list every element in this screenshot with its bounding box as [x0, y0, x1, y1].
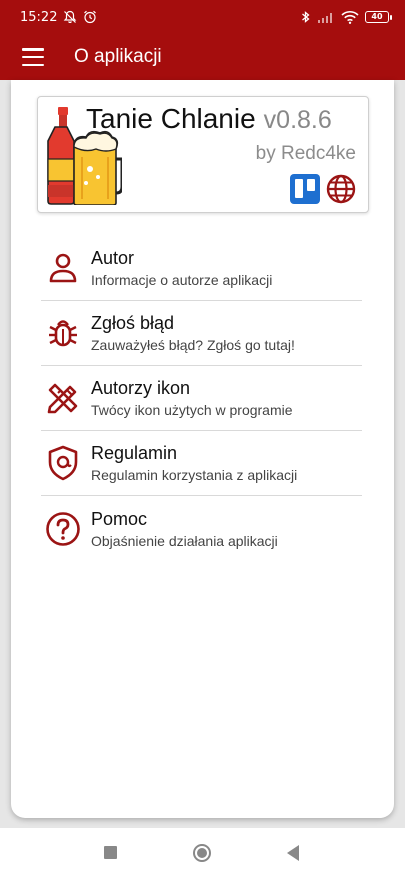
menu-item-terms[interactable]: Regulamin Regulamin korzystania z aplika…: [41, 431, 362, 496]
bluetooth-icon: [302, 11, 310, 23]
app-bar: O aplikacji: [0, 34, 405, 80]
signal-icon: [318, 13, 332, 23]
battery-level: 40: [371, 12, 383, 21]
hamburger-menu-icon[interactable]: [22, 48, 44, 66]
menu-item-title: Pomoc: [91, 508, 148, 529]
design-tools-icon: [43, 378, 83, 418]
menu-item-description: Regulamin korzystania z aplikacji: [91, 467, 298, 483]
menu-item-report-bug[interactable]: Zgłoś błąd Zauważyłeś błąd? Zgłoś go tut…: [41, 301, 362, 366]
menu-item-help[interactable]: Pomoc Objaśnienie działania aplikacji: [41, 496, 362, 561]
alarm-icon: [84, 10, 97, 24]
menu-item-description: Objaśnienie działania aplikacji: [91, 532, 278, 549]
app-author: by Redc4ke: [255, 143, 356, 164]
wifi-icon: [341, 11, 359, 24]
shield-icon: [43, 443, 83, 483]
menu-item-author[interactable]: Autor Informacje o autorze aplikacji: [41, 236, 362, 301]
content-card: Tanie Chlanie v0.8.6 by Redc4ke Autor In…: [11, 80, 394, 818]
about-menu-list: Autor Informacje o autorze aplikacji Zgł…: [41, 236, 362, 561]
app-info-card: Tanie Chlanie v0.8.6 by Redc4ke: [37, 96, 369, 213]
menu-item-description: Zauważyłeś błąd? Zgłoś go tutaj!: [91, 337, 295, 353]
menu-item-title: Zgłoś błąd: [91, 313, 175, 333]
globe-icon[interactable]: [326, 174, 356, 204]
status-time: 15:22: [20, 9, 58, 25]
app-name: Tanie Chlanie: [86, 103, 256, 134]
bug-icon: [43, 313, 83, 353]
help-icon: [43, 509, 83, 549]
user-icon: [43, 248, 83, 288]
app-version: v0.8.6: [263, 106, 332, 134]
recent-apps-icon[interactable]: [104, 846, 117, 859]
back-icon[interactable]: [287, 845, 299, 861]
menu-item-title: Autor: [91, 248, 135, 268]
system-nav-bar: [0, 828, 405, 878]
trello-icon[interactable]: [290, 174, 320, 204]
status-bar: 15:22 40: [0, 0, 405, 34]
menu-item-title: Regulamin: [91, 443, 178, 463]
app-name-line: Tanie Chlanie v0.8.6: [86, 103, 332, 135]
bell-off-icon: [64, 10, 77, 24]
battery-icon: 40: [365, 11, 392, 23]
menu-item-icon-authors[interactable]: Autorzy ikon Twócy ikon użytych w progra…: [41, 366, 362, 431]
menu-item-description: Informacje o autorze aplikacji: [91, 272, 273, 288]
menu-item-title: Autorzy ikon: [91, 378, 191, 398]
page-title: O aplikacji: [74, 46, 162, 67]
home-icon[interactable]: [193, 844, 211, 862]
menu-item-description: Twócy ikon użytych w programie: [91, 402, 293, 418]
